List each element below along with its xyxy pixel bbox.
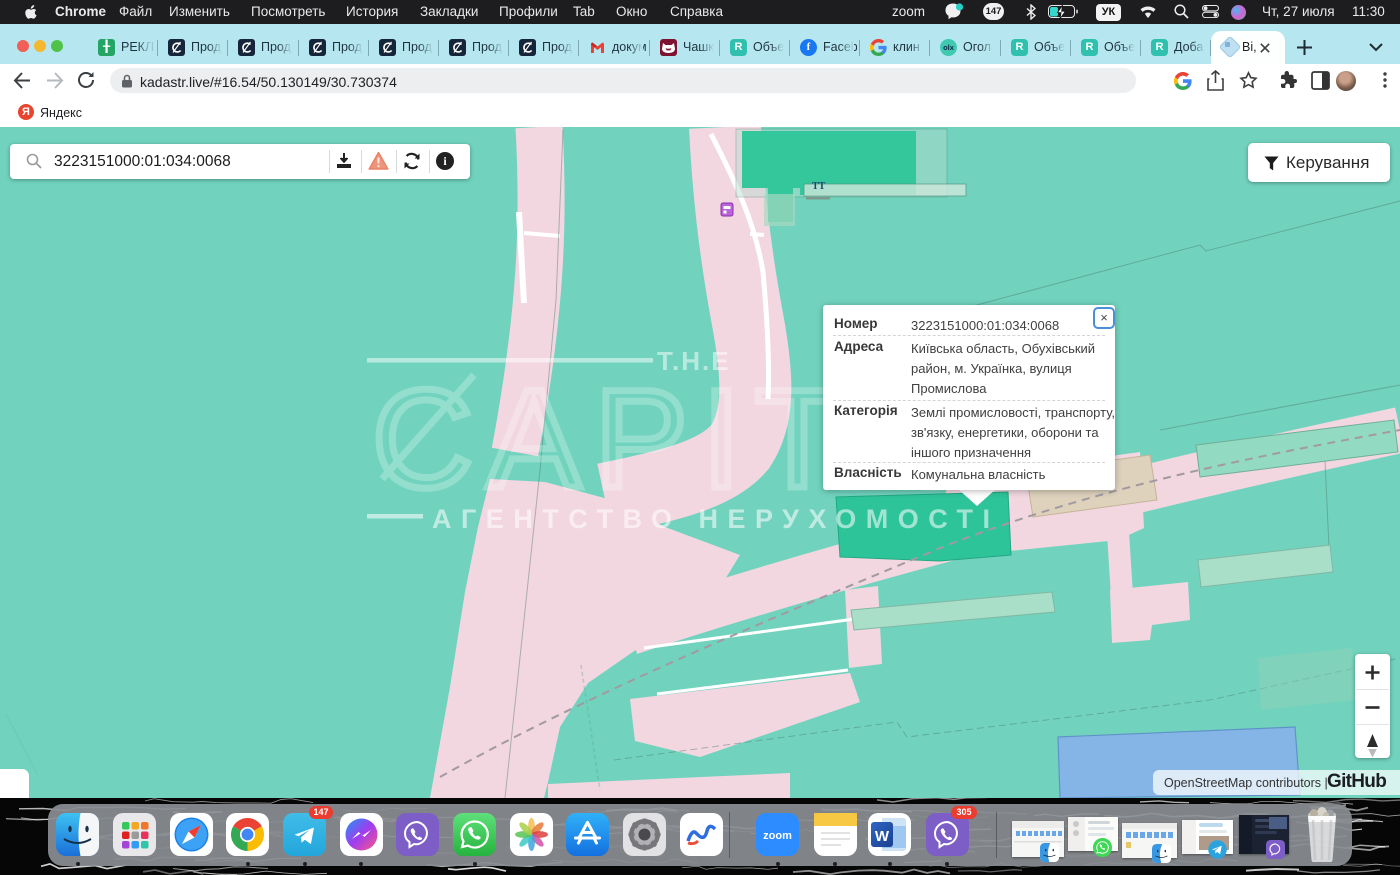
- svg-text:ТТ: ТТ: [812, 181, 826, 192]
- svg-text:zoom: zoom: [763, 830, 792, 842]
- svg-text:W: W: [875, 828, 890, 845]
- svg-text:АГЕНТСТВО НЕРУХОМОСТІ: АГЕНТСТВО НЕРУХОМОСТІ: [432, 504, 1000, 534]
